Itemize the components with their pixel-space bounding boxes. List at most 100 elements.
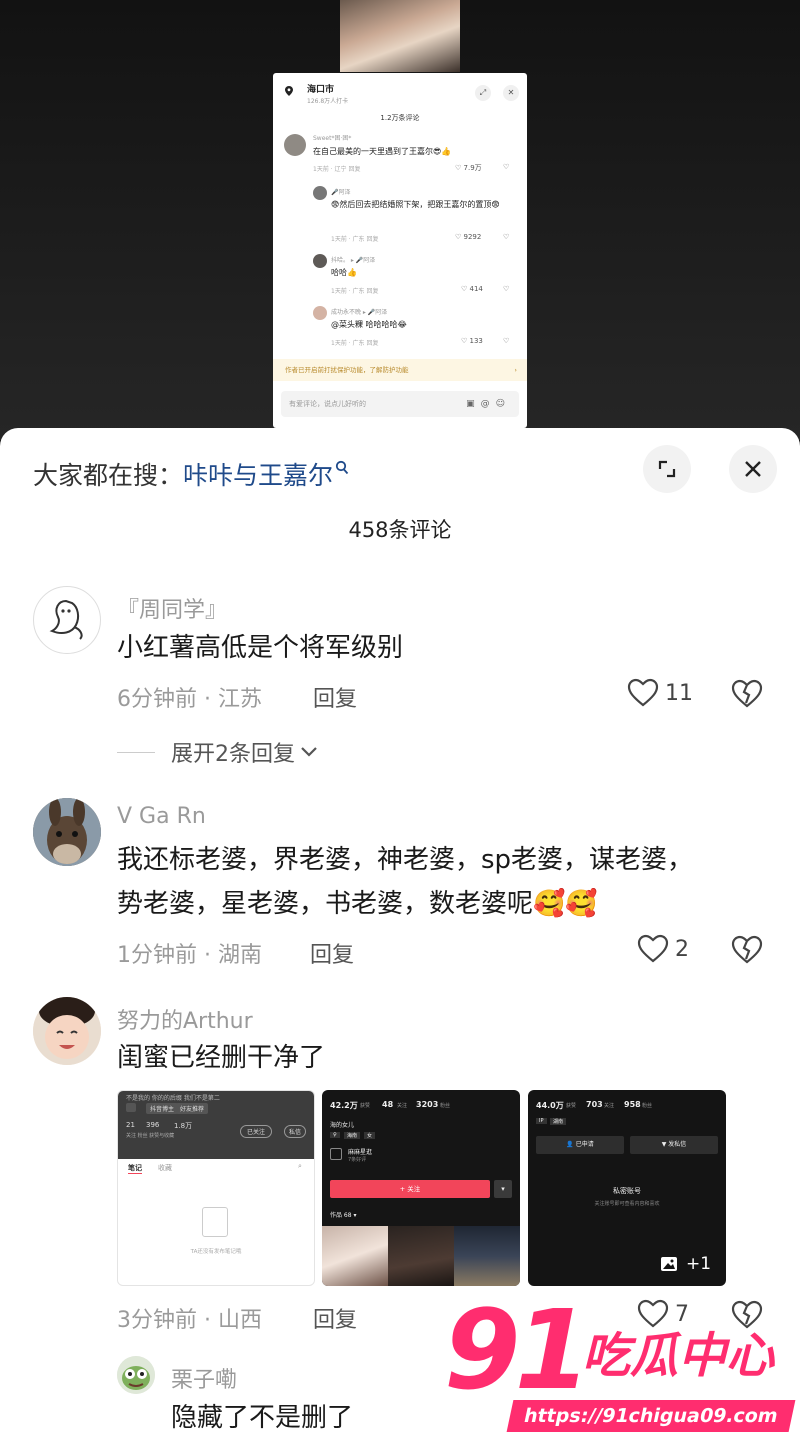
hot-search-label: 大家都在搜：: [33, 461, 184, 490]
comment-username[interactable]: 栗子嘞: [171, 1362, 237, 1394]
child-avatar-icon: [33, 997, 101, 1065]
inner-username: 抖哈。 ▸ 🎤阿泽: [331, 257, 376, 264]
shot2-shop: 麻麻星逛: [348, 1149, 373, 1156]
inner-views: 126.8万人打卡: [307, 98, 349, 105]
image-icon: [661, 1257, 677, 1271]
inner-dislike-icon: ♡: [503, 233, 510, 241]
shot3-btn2-label: 发私信: [668, 1141, 687, 1148]
inner-meta: 1天前 · 广东 回复: [331, 340, 379, 347]
inner-like: ♡ 133: [461, 337, 483, 345]
empty-note-icon: [202, 1207, 228, 1237]
work-thumbnail: [322, 1226, 388, 1286]
inner-like-count: 414: [469, 285, 483, 293]
shot1-tag: 好友推荐: [176, 1103, 209, 1114]
ghost-avatar-icon: [49, 599, 83, 640]
shot3-stat-label: 获赞: [566, 1103, 577, 1109]
comment-username[interactable]: 努力的Arthur: [117, 1003, 253, 1035]
like-count: 2: [675, 936, 689, 962]
inner-meta: 1天前 · 广东 回复: [331, 288, 379, 295]
shot1-empty-text: TA还没有发布笔记哦: [190, 1249, 242, 1255]
shot2-shop-sub: 7条好评: [348, 1157, 367, 1163]
shot2-works-label: 作品 68 ▾: [330, 1212, 357, 1219]
avatar[interactable]: [33, 798, 101, 866]
inner-comment-text: 😨然后回去把结婚照下架，把跟王嘉尔的置顶😨: [331, 200, 500, 209]
inner-meta: 1天前 · 辽宁 回复: [313, 166, 361, 173]
divider-line: [117, 751, 155, 753]
inner-username: 🎤阿泽: [331, 189, 351, 196]
heart-icon: [637, 934, 669, 963]
shot2-tag: 海南: [344, 1132, 361, 1139]
attached-image-private-account[interactable]: 44.0万 获赞 703 关注 958 粉丝 IP 湖南 👤 已申请 ▼ 发私信…: [528, 1090, 726, 1286]
expand-replies[interactable]: 展开2条回复: [117, 736, 319, 768]
comment-username[interactable]: 『周同学』: [117, 592, 227, 624]
inner-header: 海口市 126.8万人打卡 ⤢ ✕: [273, 73, 527, 111]
watermark-number: 91: [444, 1286, 591, 1414]
donkey-avatar-icon: [33, 798, 101, 866]
user-icon: 👤: [566, 1141, 574, 1148]
inner-comment-count: 1.2万条评论: [380, 114, 420, 122]
comment-time-location: 1分钟前 · 湖南: [117, 943, 262, 968]
inner-close-icon: ✕: [503, 85, 519, 101]
comment-text-line2: 势老婆，星老婆，书老婆，数老婆呢🥰🥰: [117, 889, 598, 919]
shot1-tag-empty: [126, 1103, 136, 1112]
inner-like: ♡ 414: [461, 285, 483, 293]
shot3-stat: 958: [624, 1100, 641, 1109]
avatar[interactable]: [33, 997, 101, 1065]
shot2-bio: 海的女儿: [330, 1122, 355, 1129]
embedded-comment-screenshot: 海口市 126.8万人打卡 ⤢ ✕ 1.2万条评论 Sweet*困·困* 在自己…: [273, 73, 527, 428]
shot2-stat: 48: [382, 1100, 394, 1109]
reply-button[interactable]: 回复: [313, 1302, 357, 1334]
heart-icon: [627, 678, 659, 707]
fullscreen-icon: [658, 460, 676, 478]
search-icon: ⌕: [298, 1162, 302, 1170]
like-button[interactable]: 2: [637, 934, 689, 964]
inner-avatar: [313, 306, 327, 320]
inner-like-count: 7.9万: [463, 164, 482, 172]
like-button[interactable]: 11: [627, 678, 693, 708]
comment-sheet: 大家都在搜：咔咔与王嘉尔 458条评论 『周同学』 小红薯高低是个将军级别 6分…: [0, 428, 800, 1442]
close-button[interactable]: [729, 445, 777, 493]
shot3-stat: 44.0万: [536, 1101, 564, 1110]
inner-comment-input: 有爱评论，说点儿好听的 ▣@☺: [281, 391, 519, 417]
inner-comment-text: 哈哈👍: [331, 268, 357, 277]
inner-protection-notice: 作者已开启前打扰保护功能，了解防护功能 ›: [273, 359, 527, 381]
dislike-icon[interactable]: [731, 935, 763, 965]
shop-icon: [330, 1148, 342, 1160]
inner-meta: 1天前 · 广东 回复: [331, 236, 379, 243]
inner-like: ♡ 9292: [455, 233, 482, 241]
shot1-tab: 收藏: [158, 1164, 172, 1172]
shot3-tag: 湖南: [550, 1118, 567, 1125]
reply-button[interactable]: 回复: [313, 681, 357, 713]
avatar[interactable]: [33, 586, 101, 654]
comment-text-line1: 我还标老婆，界老婆，神老婆，sp老婆，谋老婆，: [117, 845, 694, 875]
attached-image-profile[interactable]: 不是我的 你的的后缀 我们不是第二 抖音博主 好友推荐 21 396 1.8万 …: [117, 1090, 315, 1286]
inner-like-count: 133: [469, 337, 483, 345]
hot-search-bar[interactable]: 大家都在搜：咔咔与王嘉尔: [33, 456, 349, 492]
like-count: 11: [665, 680, 693, 706]
shot1-stat: 1.8万: [174, 1122, 193, 1130]
dropdown-icon: ▾: [494, 1180, 512, 1198]
comment-time-location: 6分钟前 · 江苏: [117, 687, 262, 712]
inner-input-icons: ▣@☺: [466, 399, 511, 409]
expand-button[interactable]: [643, 445, 691, 493]
hot-search-keyword[interactable]: 咔咔与王嘉尔: [183, 461, 333, 490]
inner-avatar: [313, 186, 327, 200]
comment-text: 闺蜜已经删干净了: [117, 1043, 326, 1073]
inner-like-count: 9292: [463, 233, 482, 241]
shot2-stat-label: 关注: [397, 1103, 408, 1109]
shot2-tag: ♀: [330, 1132, 340, 1138]
dislike-icon[interactable]: [731, 679, 763, 709]
inner-comment-text: 在自己最美的一天里遇到了王嘉尔😎👍: [313, 147, 452, 156]
avatar[interactable]: [117, 1356, 155, 1394]
shot2-content: 42.2万 获赞 48 关注 3203 粉丝 海的女儿 ♀ 海南 女 麻麻星逛 …: [322, 1090, 520, 1286]
shot3-private-title: 私密账号: [613, 1187, 641, 1195]
work-thumbnail: [388, 1226, 454, 1286]
shot3-content: 44.0万 获赞 703 关注 958 粉丝 IP 湖南 👤 已申请 ▼ 发私信…: [528, 1090, 726, 1286]
attached-image-profile[interactable]: 42.2万 获赞 48 关注 3203 粉丝 海的女儿 ♀ 海南 女 麻麻星逛 …: [322, 1090, 520, 1286]
comment-username[interactable]: V Ga Rn: [117, 804, 206, 829]
shot2-tag: 女: [364, 1132, 376, 1139]
shot2-stat-label: 获赞: [360, 1103, 371, 1109]
comment-time-location: 3分钟前 · 山西: [117, 1308, 262, 1333]
inner-input-placeholder: 有爱评论，说点儿好听的: [289, 400, 366, 408]
reply-button[interactable]: 回复: [310, 937, 354, 969]
